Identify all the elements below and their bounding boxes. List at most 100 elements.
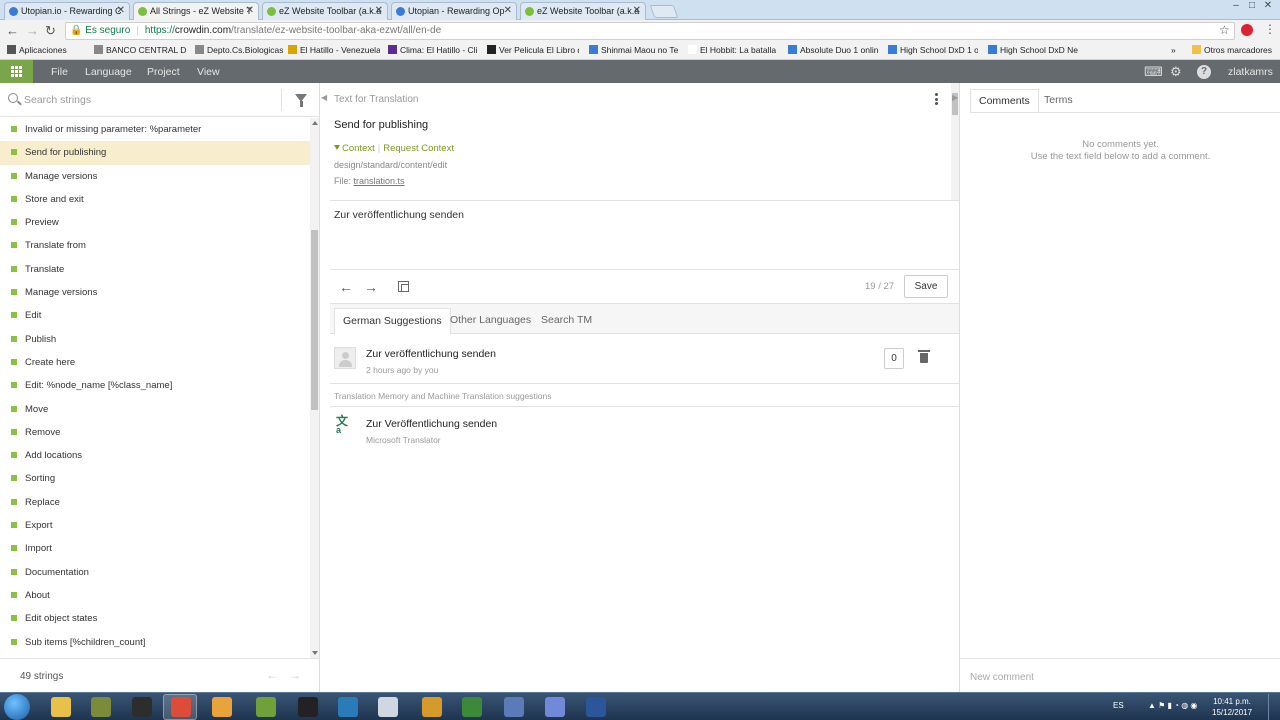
taskbar-app-icon[interactable] bbox=[91, 697, 111, 717]
string-list-item[interactable]: Preview bbox=[0, 211, 310, 234]
start-button[interactable] bbox=[4, 694, 30, 720]
menu-view[interactable]: View bbox=[197, 66, 220, 78]
string-list-item[interactable]: Manage versions bbox=[0, 281, 310, 304]
trash-icon[interactable] bbox=[918, 350, 930, 363]
bookmark-item[interactable]: El Hobbit: La batalla d bbox=[688, 42, 778, 58]
menu-language[interactable]: Language bbox=[85, 66, 132, 78]
taskbar-app-icon[interactable] bbox=[212, 697, 232, 717]
string-list-item[interactable]: Manage versions bbox=[0, 165, 310, 188]
mt-suggestion-text[interactable]: Zur Veröffentlichung senden bbox=[366, 418, 497, 430]
menu-file[interactable]: File bbox=[51, 66, 68, 78]
close-tab-icon[interactable]: ✕ bbox=[633, 3, 641, 19]
bookmark-item[interactable]: Clima: El Hatillo - Clim bbox=[388, 42, 478, 58]
file-link[interactable]: translation.ts bbox=[354, 176, 405, 186]
bookmark-item[interactable]: BANCO CENTRAL DE bbox=[94, 42, 186, 58]
prev-page-icon[interactable]: ← bbox=[266, 668, 278, 682]
next-string-icon[interactable]: → bbox=[364, 279, 378, 295]
string-list-item[interactable]: Publish bbox=[0, 328, 310, 351]
string-list-item[interactable]: Add locations bbox=[0, 444, 310, 467]
context-link[interactable]: Context bbox=[342, 143, 375, 154]
minimize-icon[interactable]: – bbox=[1228, 0, 1244, 11]
bookmark-item[interactable]: Depto.Cs.Biologicas bbox=[195, 42, 283, 58]
close-tab-icon[interactable]: ✕ bbox=[375, 3, 383, 19]
tab-german-suggestions[interactable]: German Suggestions bbox=[334, 308, 451, 335]
string-list-item[interactable]: Sub items [%children_count] bbox=[0, 631, 310, 654]
taskbar-app-icon[interactable] bbox=[298, 697, 318, 717]
taskbar-app-icon[interactable] bbox=[462, 697, 482, 717]
save-button[interactable]: Save bbox=[904, 275, 948, 298]
string-list-item[interactable]: Send for publishing bbox=[0, 141, 310, 165]
string-list-item[interactable]: Export bbox=[0, 514, 310, 537]
clock[interactable]: 10:41 p.m. 15/12/2017 bbox=[1212, 696, 1252, 718]
chevron-right-icon[interactable]: ▶ bbox=[952, 93, 958, 102]
request-context-link[interactable]: Request Context bbox=[383, 143, 454, 154]
previous-string-icon[interactable]: ← bbox=[339, 279, 353, 295]
suggestion-text[interactable]: Zur veröffentlichung senden bbox=[366, 348, 496, 360]
string-list-item[interactable]: Import bbox=[0, 537, 310, 560]
gear-icon[interactable]: ⚙ bbox=[1170, 64, 1182, 80]
string-list-item[interactable]: Create here bbox=[0, 351, 310, 374]
taskbar-app-icon[interactable] bbox=[545, 697, 565, 717]
scroll-up-icon[interactable] bbox=[312, 121, 318, 125]
taskbar-app-icon[interactable] bbox=[586, 697, 606, 717]
show-desktop-button[interactable] bbox=[1268, 694, 1280, 720]
taskbar-app-icon[interactable] bbox=[256, 697, 276, 717]
string-list-item[interactable]: Edit object states bbox=[0, 607, 310, 630]
string-list-item[interactable]: Remove bbox=[0, 421, 310, 444]
bookmark-item[interactable]: Absolute Duo 1 onlin bbox=[788, 42, 878, 58]
new-comment-input[interactable] bbox=[970, 668, 1270, 686]
browser-menu-icon[interactable]: ⋮ bbox=[1264, 22, 1276, 36]
string-list-item[interactable]: About bbox=[0, 584, 310, 607]
taskbar-app-icon[interactable] bbox=[338, 697, 358, 717]
maximize-icon[interactable]: □ bbox=[1244, 0, 1260, 11]
taskbar-app-icon[interactable] bbox=[378, 697, 398, 717]
strings-scrollbar[interactable] bbox=[310, 118, 319, 658]
close-window-icon[interactable]: ✕ bbox=[1260, 0, 1276, 11]
collapse-left-toggle[interactable]: ◀ bbox=[320, 83, 330, 692]
keyboard-icon[interactable]: ⌨ bbox=[1144, 64, 1163, 80]
copy-source-icon[interactable] bbox=[398, 281, 409, 292]
next-page-icon[interactable]: → bbox=[289, 668, 301, 682]
string-list-item[interactable]: Sorting bbox=[0, 467, 310, 490]
bookmark-item[interactable]: Aplicaciones bbox=[7, 42, 67, 58]
browser-tab[interactable]: Utopian - Rewarding Op ✕ bbox=[391, 2, 517, 20]
extension-icon[interactable] bbox=[1241, 24, 1253, 36]
more-bookmarks-icon[interactable]: » bbox=[1171, 42, 1176, 58]
menu-project[interactable]: Project bbox=[147, 66, 180, 78]
reload-icon[interactable]: ↻ bbox=[45, 23, 56, 39]
username[interactable]: zlatkamrs bbox=[1228, 66, 1273, 78]
close-tab-icon[interactable]: ✕ bbox=[504, 3, 512, 19]
taskbar-app-icon[interactable] bbox=[422, 697, 442, 717]
scroll-down-icon[interactable] bbox=[312, 651, 318, 655]
taskbar-app-icon[interactable] bbox=[504, 697, 524, 717]
bookmark-item[interactable]: High School DxD Ne bbox=[988, 42, 1078, 58]
string-list-item[interactable]: Invalid or missing parameter: %parameter bbox=[0, 118, 310, 141]
string-list-item[interactable]: Replace bbox=[0, 491, 310, 514]
tab-terms[interactable]: Terms bbox=[1036, 89, 1081, 113]
taskbar-app-icon[interactable] bbox=[132, 697, 152, 717]
apps-grid-button[interactable] bbox=[0, 60, 33, 83]
scroll-thumb[interactable] bbox=[311, 230, 318, 410]
back-arrow-icon[interactable]: ← bbox=[6, 23, 19, 38]
language-indicator[interactable]: ES bbox=[1113, 701, 1124, 710]
string-list-item[interactable]: Move bbox=[0, 398, 310, 421]
help-icon[interactable]: ? bbox=[1197, 65, 1211, 79]
tab-comments[interactable]: Comments bbox=[970, 89, 1039, 113]
bookmark-item[interactable]: Ver Pelicula El Libro d bbox=[487, 42, 579, 58]
browser-tab[interactable]: Utopian.io - Rewarding C ✕ bbox=[4, 2, 130, 20]
close-tab-icon[interactable]: ✕ bbox=[246, 3, 254, 19]
other-bookmarks[interactable]: Otros marcadores bbox=[1192, 42, 1272, 58]
address-bar[interactable]: 🔒 Es seguro | https://crowdin.com/translat… bbox=[65, 22, 1235, 40]
tab-other-languages[interactable]: Other Languages bbox=[442, 308, 539, 335]
string-list-item[interactable]: Translate bbox=[0, 258, 310, 281]
browser-tab[interactable]: eZ Website Toolbar (a.k.a ✕ bbox=[262, 2, 388, 20]
taskbar-app-icon[interactable] bbox=[51, 697, 71, 717]
string-list-item[interactable]: Translate from bbox=[0, 234, 310, 257]
bookmark-item[interactable]: Shinmai Maou no Te bbox=[589, 42, 678, 58]
translation-input[interactable]: Zur veröffentlichung senden bbox=[334, 209, 934, 269]
browser-tab[interactable]: eZ Website Toolbar (a.k.a ✕ bbox=[520, 2, 646, 20]
bookmark-star-icon[interactable]: ☆ bbox=[1219, 23, 1230, 37]
string-list-item[interactable]: Documentation bbox=[0, 561, 310, 584]
new-tab-button[interactable] bbox=[649, 5, 679, 18]
bookmark-item[interactable]: El Hatillo - Venezuela bbox=[288, 42, 380, 58]
